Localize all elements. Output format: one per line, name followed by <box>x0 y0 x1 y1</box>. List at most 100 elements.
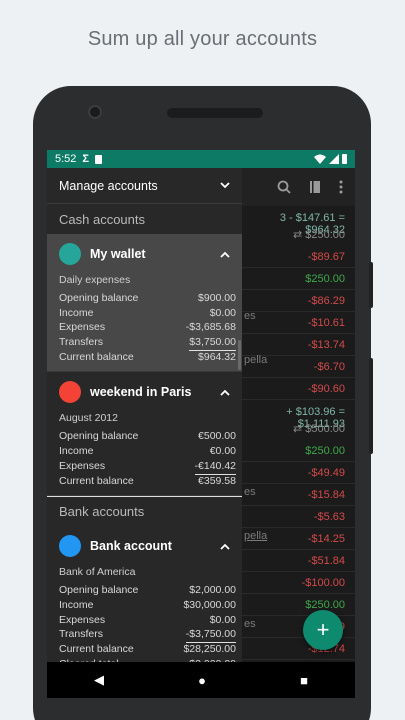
balance-value: $900.00 <box>198 292 236 304</box>
balance-value: -$3,750.00 <box>185 628 236 643</box>
search-icon[interactable] <box>277 180 291 194</box>
transaction-text: pella <box>244 354 268 366</box>
chevron-up-icon[interactable] <box>220 251 230 258</box>
account-description: August 2012 <box>59 412 118 425</box>
volume-button <box>369 262 373 308</box>
balance-value: €359.58 <box>198 474 236 487</box>
book-icon[interactable] <box>309 180 321 194</box>
balance-row: Expenses -€140.42 <box>47 460 242 475</box>
balance-value: $0.00 <box>209 613 236 626</box>
accounts-drawer: Manage accounts Cash accounts My wallet … <box>47 168 242 662</box>
screen: 5:52 Σ 3 - $147.61 = $964.32 ⇄ $250.00 -… <box>47 150 355 698</box>
transaction-amount: -$5.63 <box>242 506 355 528</box>
balance-label: Opening balance <box>59 430 139 443</box>
balance-label: Expenses <box>59 321 106 334</box>
balance-value: $964.32 <box>198 350 236 363</box>
transaction-text: pella <box>244 530 268 542</box>
balance-value: $30,000.00 <box>183 598 236 611</box>
balance-row: Transfers $3,750.00 <box>47 336 242 351</box>
account-name: My wallet <box>90 247 146 261</box>
transaction-text: es <box>244 310 256 322</box>
chevron-down-icon <box>220 182 230 189</box>
account-bank-account[interactable]: Bank account Bank of America Opening bal… <box>47 526 242 662</box>
balance-label: Income <box>59 445 94 458</box>
balance-value: €500.00 <box>198 430 236 443</box>
transaction-text: es <box>244 618 256 630</box>
account-color-icon <box>59 381 81 404</box>
balance-row: Income $30,000.00 <box>47 599 242 614</box>
balance-label: Current balance <box>59 350 134 363</box>
balance-label: Income <box>59 598 94 611</box>
transaction-amount: $250.00 <box>242 268 355 290</box>
recents-icon[interactable]: ■ <box>300 673 308 688</box>
transaction-amount: $250.00 <box>242 594 355 616</box>
account-weekend-in-paris[interactable]: weekend in Paris August 2012 Opening bal… <box>47 372 242 497</box>
battery-icon <box>342 154 347 164</box>
balance-value: -€140.42 <box>194 460 236 475</box>
section-bank-accounts: Bank accounts <box>47 496 242 526</box>
balance-label: Current balance <box>59 642 134 655</box>
transaction-amount: -$89.67 <box>242 246 355 268</box>
sigma-icon: Σ <box>82 153 90 165</box>
add-transaction-button[interactable]: + <box>303 610 343 650</box>
balance-value: $2,000.00 <box>189 584 236 597</box>
manage-accounts-header[interactable]: Manage accounts <box>47 168 242 204</box>
balance-row: Current balance $28,250.00 <box>47 643 242 658</box>
balance-row: Current balance $964.32 <box>47 351 242 366</box>
promo-title: Sum up all your accounts <box>87 28 318 50</box>
balance-row: Expenses -$3,685.68 <box>47 321 242 336</box>
status-time: 5:52 <box>55 153 77 165</box>
transaction-amount: -$13.74 <box>242 334 355 356</box>
transaction-amount: -$90.60 <box>242 378 355 400</box>
chevron-up-icon[interactable] <box>220 543 230 550</box>
cell-signal-icon <box>329 154 339 164</box>
drawer-title: Manage accounts <box>59 178 158 193</box>
balance-label: Expenses <box>59 459 106 472</box>
balance-label: Current balance <box>59 474 134 487</box>
transfer-summary: ⇄ $250.00 <box>292 229 345 241</box>
transaction-text: es <box>244 486 256 498</box>
balance-label: Opening balance <box>59 584 139 597</box>
status-bar: 5:52 Σ <box>47 150 355 168</box>
balance-value: $3,750.00 <box>189 336 236 351</box>
camera <box>88 105 102 119</box>
transaction-amount: -$15.84 <box>242 484 355 506</box>
back-icon[interactable]: ◀ <box>94 672 104 688</box>
sd-card-icon <box>95 154 103 164</box>
account-color-icon <box>59 243 81 265</box>
transfer-summary: ⇄ $500.00 <box>292 423 345 435</box>
transaction-amount: $250.00 <box>242 440 355 462</box>
drawer-scrollbar[interactable] <box>238 340 241 370</box>
account-description: Bank of America <box>59 566 136 579</box>
account-name: weekend in Paris <box>90 385 192 400</box>
balance-label: Income <box>59 306 94 319</box>
balance-row: Transfers -$3,750.00 <box>47 628 242 643</box>
account-my-wallet[interactable]: My wallet Daily expenses Opening balance… <box>47 234 242 373</box>
balance-row: Income $0.00 <box>47 307 242 322</box>
balance-row: Expenses $0.00 <box>47 614 242 629</box>
transaction-amount: -$51.84 <box>242 550 355 572</box>
account-description: Daily expenses <box>59 274 131 286</box>
balance-value: €0.00 <box>209 445 236 458</box>
balance-label: Transfers <box>59 628 103 641</box>
power-button <box>369 358 373 454</box>
home-icon[interactable]: ● <box>198 673 206 688</box>
balance-label: Expenses <box>59 613 106 626</box>
account-name: Bank account <box>90 539 172 554</box>
wifi-icon <box>314 154 326 164</box>
balance-row: Income €0.00 <box>47 445 242 460</box>
account-color-icon <box>59 535 81 558</box>
balance-row: Opening balance $2,000.00 <box>47 584 242 599</box>
transaction-amount: -$49.49 <box>242 462 355 484</box>
section-cash-accounts: Cash accounts <box>59 211 145 227</box>
more-vert-icon[interactable] <box>339 180 343 194</box>
balance-value: $0.00 <box>209 306 236 319</box>
balance-value: -$3,685.68 <box>185 321 236 334</box>
balance-label: Transfers <box>59 336 103 349</box>
navigation-bar: ◀ ● ■ <box>47 662 355 698</box>
balance-label: Opening balance <box>59 292 139 304</box>
transaction-amount: -$10.61 <box>242 312 355 334</box>
balance-value: $28,250.00 <box>183 642 236 655</box>
chevron-up-icon[interactable] <box>220 389 230 396</box>
transaction-amount: -$100.00 <box>242 572 355 594</box>
